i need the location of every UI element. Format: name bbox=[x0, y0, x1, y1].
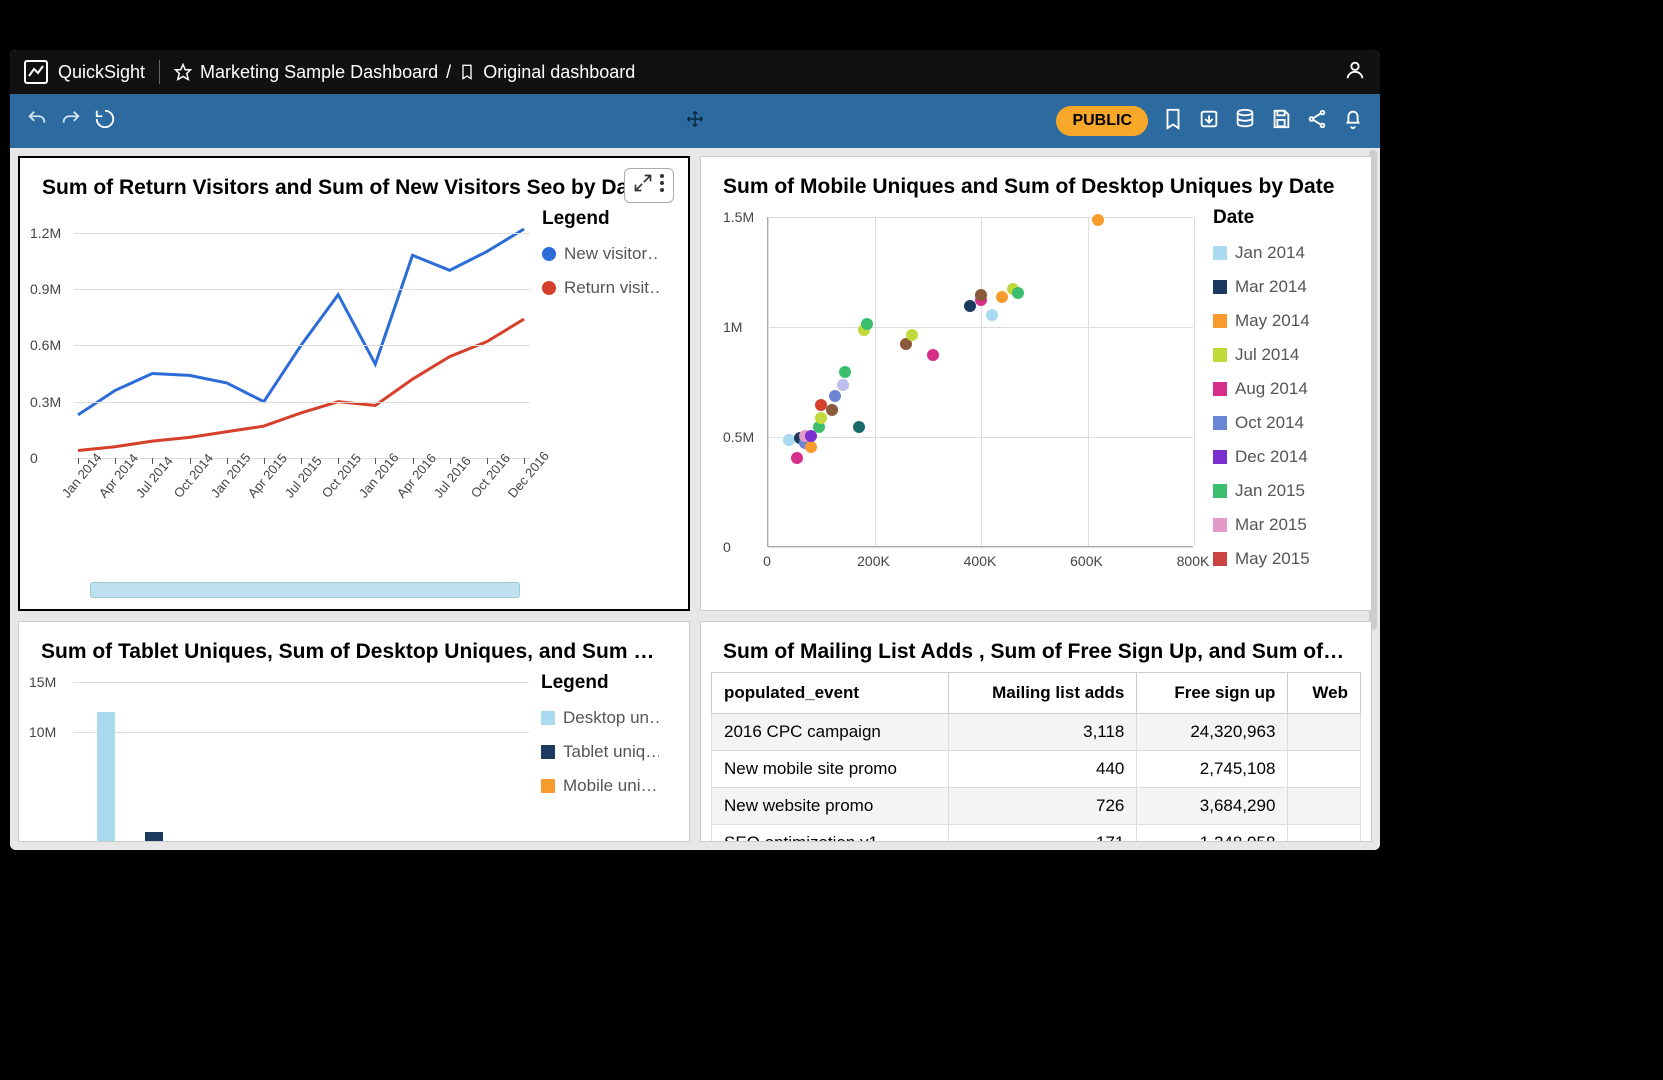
panel-tools bbox=[624, 168, 674, 203]
bookmark-icon[interactable] bbox=[459, 63, 475, 81]
legend-title: Legend bbox=[542, 208, 660, 230]
table-cell: New website promo bbox=[712, 788, 949, 825]
table-header[interactable]: Mailing list adds bbox=[949, 673, 1137, 714]
public-badge[interactable]: PUBLIC bbox=[1056, 106, 1148, 136]
panel-title: Sum of Mailing List Adds , Sum of Free S… bbox=[701, 622, 1371, 672]
chart-legend: Legend New visitor… Return visit… bbox=[530, 208, 660, 528]
legend-title: Legend bbox=[541, 672, 659, 694]
panel-title: Sum of Mobile Uniques and Sum of Desktop… bbox=[701, 157, 1371, 207]
legend-item[interactable]: May 2014 bbox=[1213, 311, 1331, 331]
table-cell: 3,684,290 bbox=[1137, 788, 1288, 825]
crumb-original[interactable]: Original dashboard bbox=[483, 62, 635, 83]
panel-title: Sum of Return Visitors and Sum of New Vi… bbox=[20, 158, 688, 208]
legend-item[interactable]: Return visit… bbox=[542, 278, 660, 298]
line-chart[interactable]: 00.3M0.6M0.9M1.2M Jan 2014Apr 2014Jul 20… bbox=[30, 208, 530, 528]
move-icon[interactable] bbox=[686, 110, 704, 133]
panel-campaign-table[interactable]: Sum of Mailing List Adds , Sum of Free S… bbox=[700, 621, 1372, 842]
table-cell: 2,745,108 bbox=[1137, 751, 1288, 788]
data-table[interactable]: populated_eventMailing list addsFree sig… bbox=[711, 672, 1361, 842]
panel-title: Sum of Tablet Uniques, Sum of Desktop Un… bbox=[19, 622, 689, 672]
chart-range-slider[interactable] bbox=[90, 582, 520, 598]
table-cell: 24,320,963 bbox=[1137, 714, 1288, 751]
star-icon[interactable] bbox=[174, 63, 192, 81]
redo-icon[interactable] bbox=[60, 108, 82, 135]
table-cell bbox=[1288, 825, 1361, 843]
divider bbox=[159, 60, 160, 84]
table-cell: 440 bbox=[949, 751, 1137, 788]
breadcrumb: Marketing Sample Dashboard / Original da… bbox=[174, 62, 635, 83]
bar-chart[interactable]: 10M15M bbox=[29, 672, 529, 842]
data-icon[interactable] bbox=[1234, 108, 1256, 135]
brand[interactable]: QuickSight bbox=[24, 60, 145, 84]
user-icon[interactable] bbox=[1344, 59, 1366, 86]
legend-item[interactable]: Jan 2015 bbox=[1213, 481, 1331, 501]
legend-item[interactable]: Oct 2014 bbox=[1213, 413, 1331, 433]
reset-icon[interactable] bbox=[94, 108, 116, 135]
table-cell: New mobile site promo bbox=[712, 751, 949, 788]
legend-item[interactable]: Mar 2015 bbox=[1213, 515, 1331, 535]
legend-item[interactable]: Jul 2014 bbox=[1213, 345, 1331, 365]
bell-icon[interactable] bbox=[1342, 108, 1364, 135]
table-cell: SEO optimization v1 bbox=[712, 825, 949, 843]
table-header[interactable]: Web bbox=[1288, 673, 1361, 714]
table-header[interactable]: Free sign up bbox=[1137, 673, 1288, 714]
chart-legend: Date Jan 2014 Mar 2014 May 2014 Jul 2014 Aug… bbox=[1201, 207, 1331, 587]
app-window: QuickSight Marketing Sample Dashboard / … bbox=[10, 50, 1380, 850]
save-icon[interactable] bbox=[1270, 108, 1292, 135]
legend-item[interactable]: Tablet uniq… bbox=[541, 742, 659, 762]
table-cell bbox=[1288, 751, 1361, 788]
panel-visitors-line[interactable]: Sum of Return Visitors and Sum of New Vi… bbox=[18, 156, 690, 611]
bookmark-toolbar-icon[interactable] bbox=[1162, 108, 1184, 135]
table-cell bbox=[1288, 714, 1361, 751]
table-cell: 1,248,058 bbox=[1137, 825, 1288, 843]
legend-item[interactable]: Jan 2014 bbox=[1213, 243, 1331, 263]
scatter-chart[interactable]: 00.5M1M1.5M0200K400K600K800K bbox=[711, 207, 1201, 587]
table-row[interactable]: New website promo7263,684,290 bbox=[712, 788, 1361, 825]
legend-item[interactable]: Dec 2014 bbox=[1213, 447, 1331, 467]
crumb-dashboard[interactable]: Marketing Sample Dashboard bbox=[200, 62, 438, 83]
table-row[interactable]: SEO optimization v11711,248,058 bbox=[712, 825, 1361, 843]
brand-name: QuickSight bbox=[58, 62, 145, 83]
table-cell: 171 bbox=[949, 825, 1137, 843]
quicksight-logo-icon bbox=[24, 60, 48, 84]
expand-icon[interactable] bbox=[633, 173, 653, 198]
export-icon[interactable] bbox=[1198, 108, 1220, 135]
legend-item[interactable]: May 2015 bbox=[1213, 549, 1331, 569]
table-cell bbox=[1288, 788, 1361, 825]
dashboard-grid: Sum of Return Visitors and Sum of New Vi… bbox=[10, 148, 1380, 850]
share-icon[interactable] bbox=[1306, 108, 1328, 135]
toolbar: PUBLIC bbox=[10, 94, 1380, 148]
legend-title: Date bbox=[1213, 207, 1331, 229]
table-cell: 2016 CPC campaign bbox=[712, 714, 949, 751]
legend-item[interactable]: Aug 2014 bbox=[1213, 379, 1331, 399]
more-icon[interactable] bbox=[659, 173, 665, 198]
legend-item[interactable]: Desktop un… bbox=[541, 708, 659, 728]
legend-item[interactable]: New visitor… bbox=[542, 244, 660, 264]
titlebar: QuickSight Marketing Sample Dashboard / … bbox=[10, 50, 1380, 94]
panel-device-bar[interactable]: Sum of Tablet Uniques, Sum of Desktop Un… bbox=[18, 621, 690, 842]
legend-item[interactable]: Mar 2014 bbox=[1213, 277, 1331, 297]
chart-legend: Legend Desktop un… Tablet uniq… Mobile uni… bbox=[529, 672, 659, 842]
table-header[interactable]: populated_event bbox=[712, 673, 949, 714]
table-cell: 726 bbox=[949, 788, 1137, 825]
panel-uniques-scatter[interactable]: Sum of Mobile Uniques and Sum of Desktop… bbox=[700, 156, 1372, 611]
table-row[interactable]: 2016 CPC campaign3,11824,320,963 bbox=[712, 714, 1361, 751]
crumb-sep: / bbox=[446, 62, 451, 83]
table-row[interactable]: New mobile site promo4402,745,108 bbox=[712, 751, 1361, 788]
undo-icon[interactable] bbox=[26, 108, 48, 135]
legend-item[interactable]: Mobile uni… bbox=[541, 776, 659, 796]
table-cell: 3,118 bbox=[949, 714, 1137, 751]
